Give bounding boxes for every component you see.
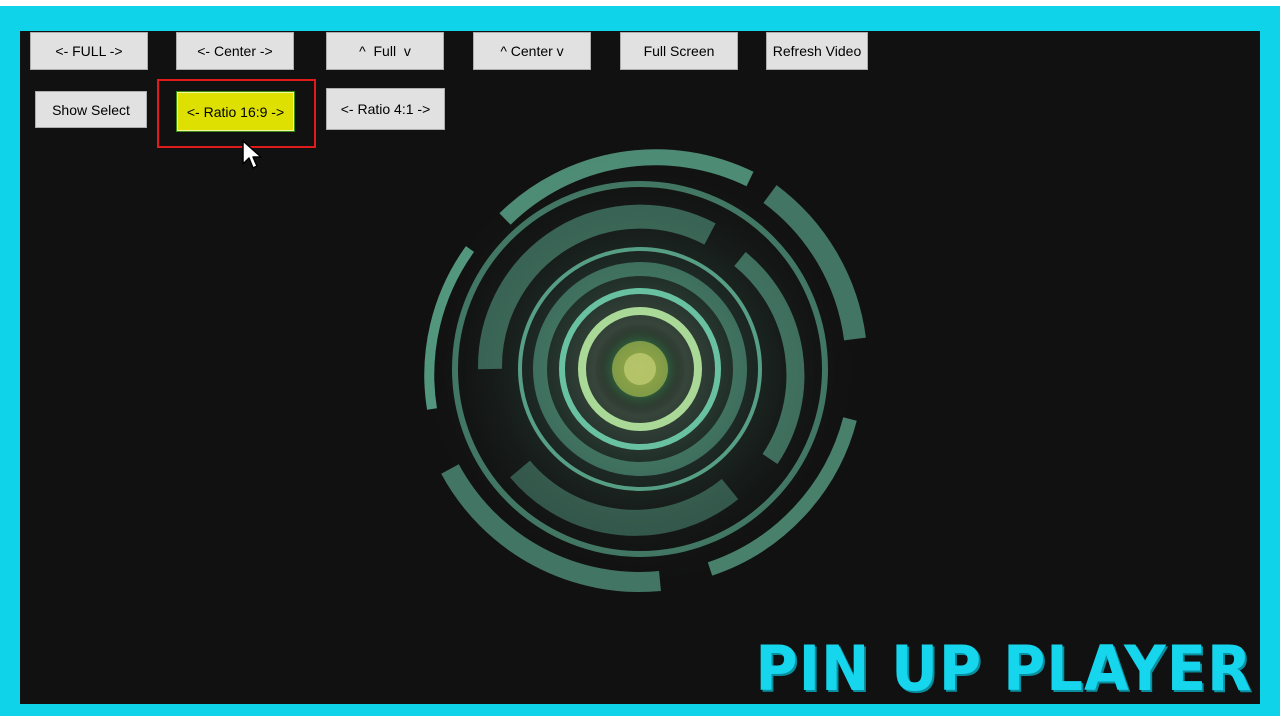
center-vertical-button[interactable]: ^ Center v	[473, 32, 591, 70]
player-frame: <- FULL -> <- Center -> ^ Full v ^ Cente…	[0, 6, 1280, 716]
ratio-4-1-button[interactable]: <- Ratio 4:1 ->	[326, 88, 445, 130]
refresh-video-button[interactable]: Refresh Video	[766, 32, 868, 70]
mouse-pointer-icon	[242, 140, 262, 169]
ratio-16-9-button[interactable]: <- Ratio 16:9 ->	[176, 91, 295, 132]
glowing-circular-hud-icon	[415, 144, 866, 594]
full-screen-button[interactable]: Full Screen	[620, 32, 738, 70]
video-screen: <- FULL -> <- Center -> ^ Full v ^ Cente…	[20, 31, 1260, 704]
center-horizontal-button[interactable]: <- Center ->	[176, 32, 294, 70]
full-vertical-button[interactable]: ^ Full v	[326, 32, 444, 70]
full-horizontal-button[interactable]: <- FULL ->	[30, 32, 148, 70]
pin-up-player-logo: PIN UP PLAYER	[755, 632, 1252, 704]
show-select-button[interactable]: Show Select	[35, 91, 147, 128]
